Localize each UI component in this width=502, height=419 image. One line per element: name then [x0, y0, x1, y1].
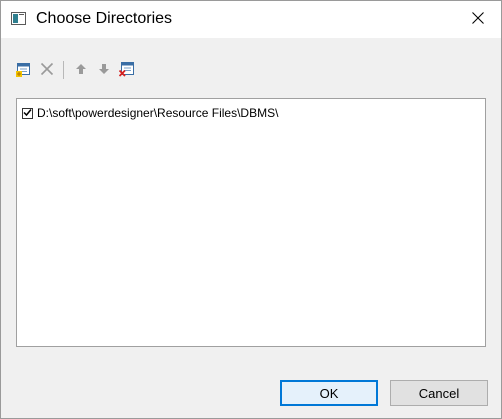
clear-list-icon	[118, 61, 135, 80]
cancel-button[interactable]: Cancel	[390, 380, 488, 406]
add-folder-icon	[16, 61, 32, 80]
toolbar	[13, 59, 139, 81]
title-bar: Choose Directories	[1, 1, 501, 38]
window-title: Choose Directories	[36, 10, 173, 27]
directory-checkbox[interactable]	[22, 106, 33, 120]
clear-list-button[interactable]	[116, 59, 138, 81]
delete-icon	[40, 62, 54, 79]
move-down-button[interactable]	[93, 59, 115, 81]
delete-button[interactable]	[36, 59, 58, 81]
directory-list[interactable]: D:\soft\powerdesigner\Resource Files\DBM…	[16, 98, 486, 347]
move-up-icon	[75, 63, 87, 78]
choose-directories-dialog: Choose Directories D:\soft\powerdesigner…	[0, 0, 502, 419]
checkmark-icon	[23, 106, 32, 120]
add-directory-button[interactable]	[13, 59, 35, 81]
list-item[interactable]: D:\soft\powerdesigner\Resource Files\DBM…	[22, 105, 278, 121]
close-icon	[472, 12, 484, 27]
window-icon	[11, 12, 26, 25]
toolbar-separator	[63, 61, 64, 79]
move-down-icon	[98, 63, 110, 78]
move-up-button[interactable]	[70, 59, 92, 81]
directory-path: D:\soft\powerdesigner\Resource Files\DBM…	[37, 106, 279, 120]
close-button[interactable]	[455, 1, 501, 38]
ok-button[interactable]: OK	[280, 380, 378, 406]
